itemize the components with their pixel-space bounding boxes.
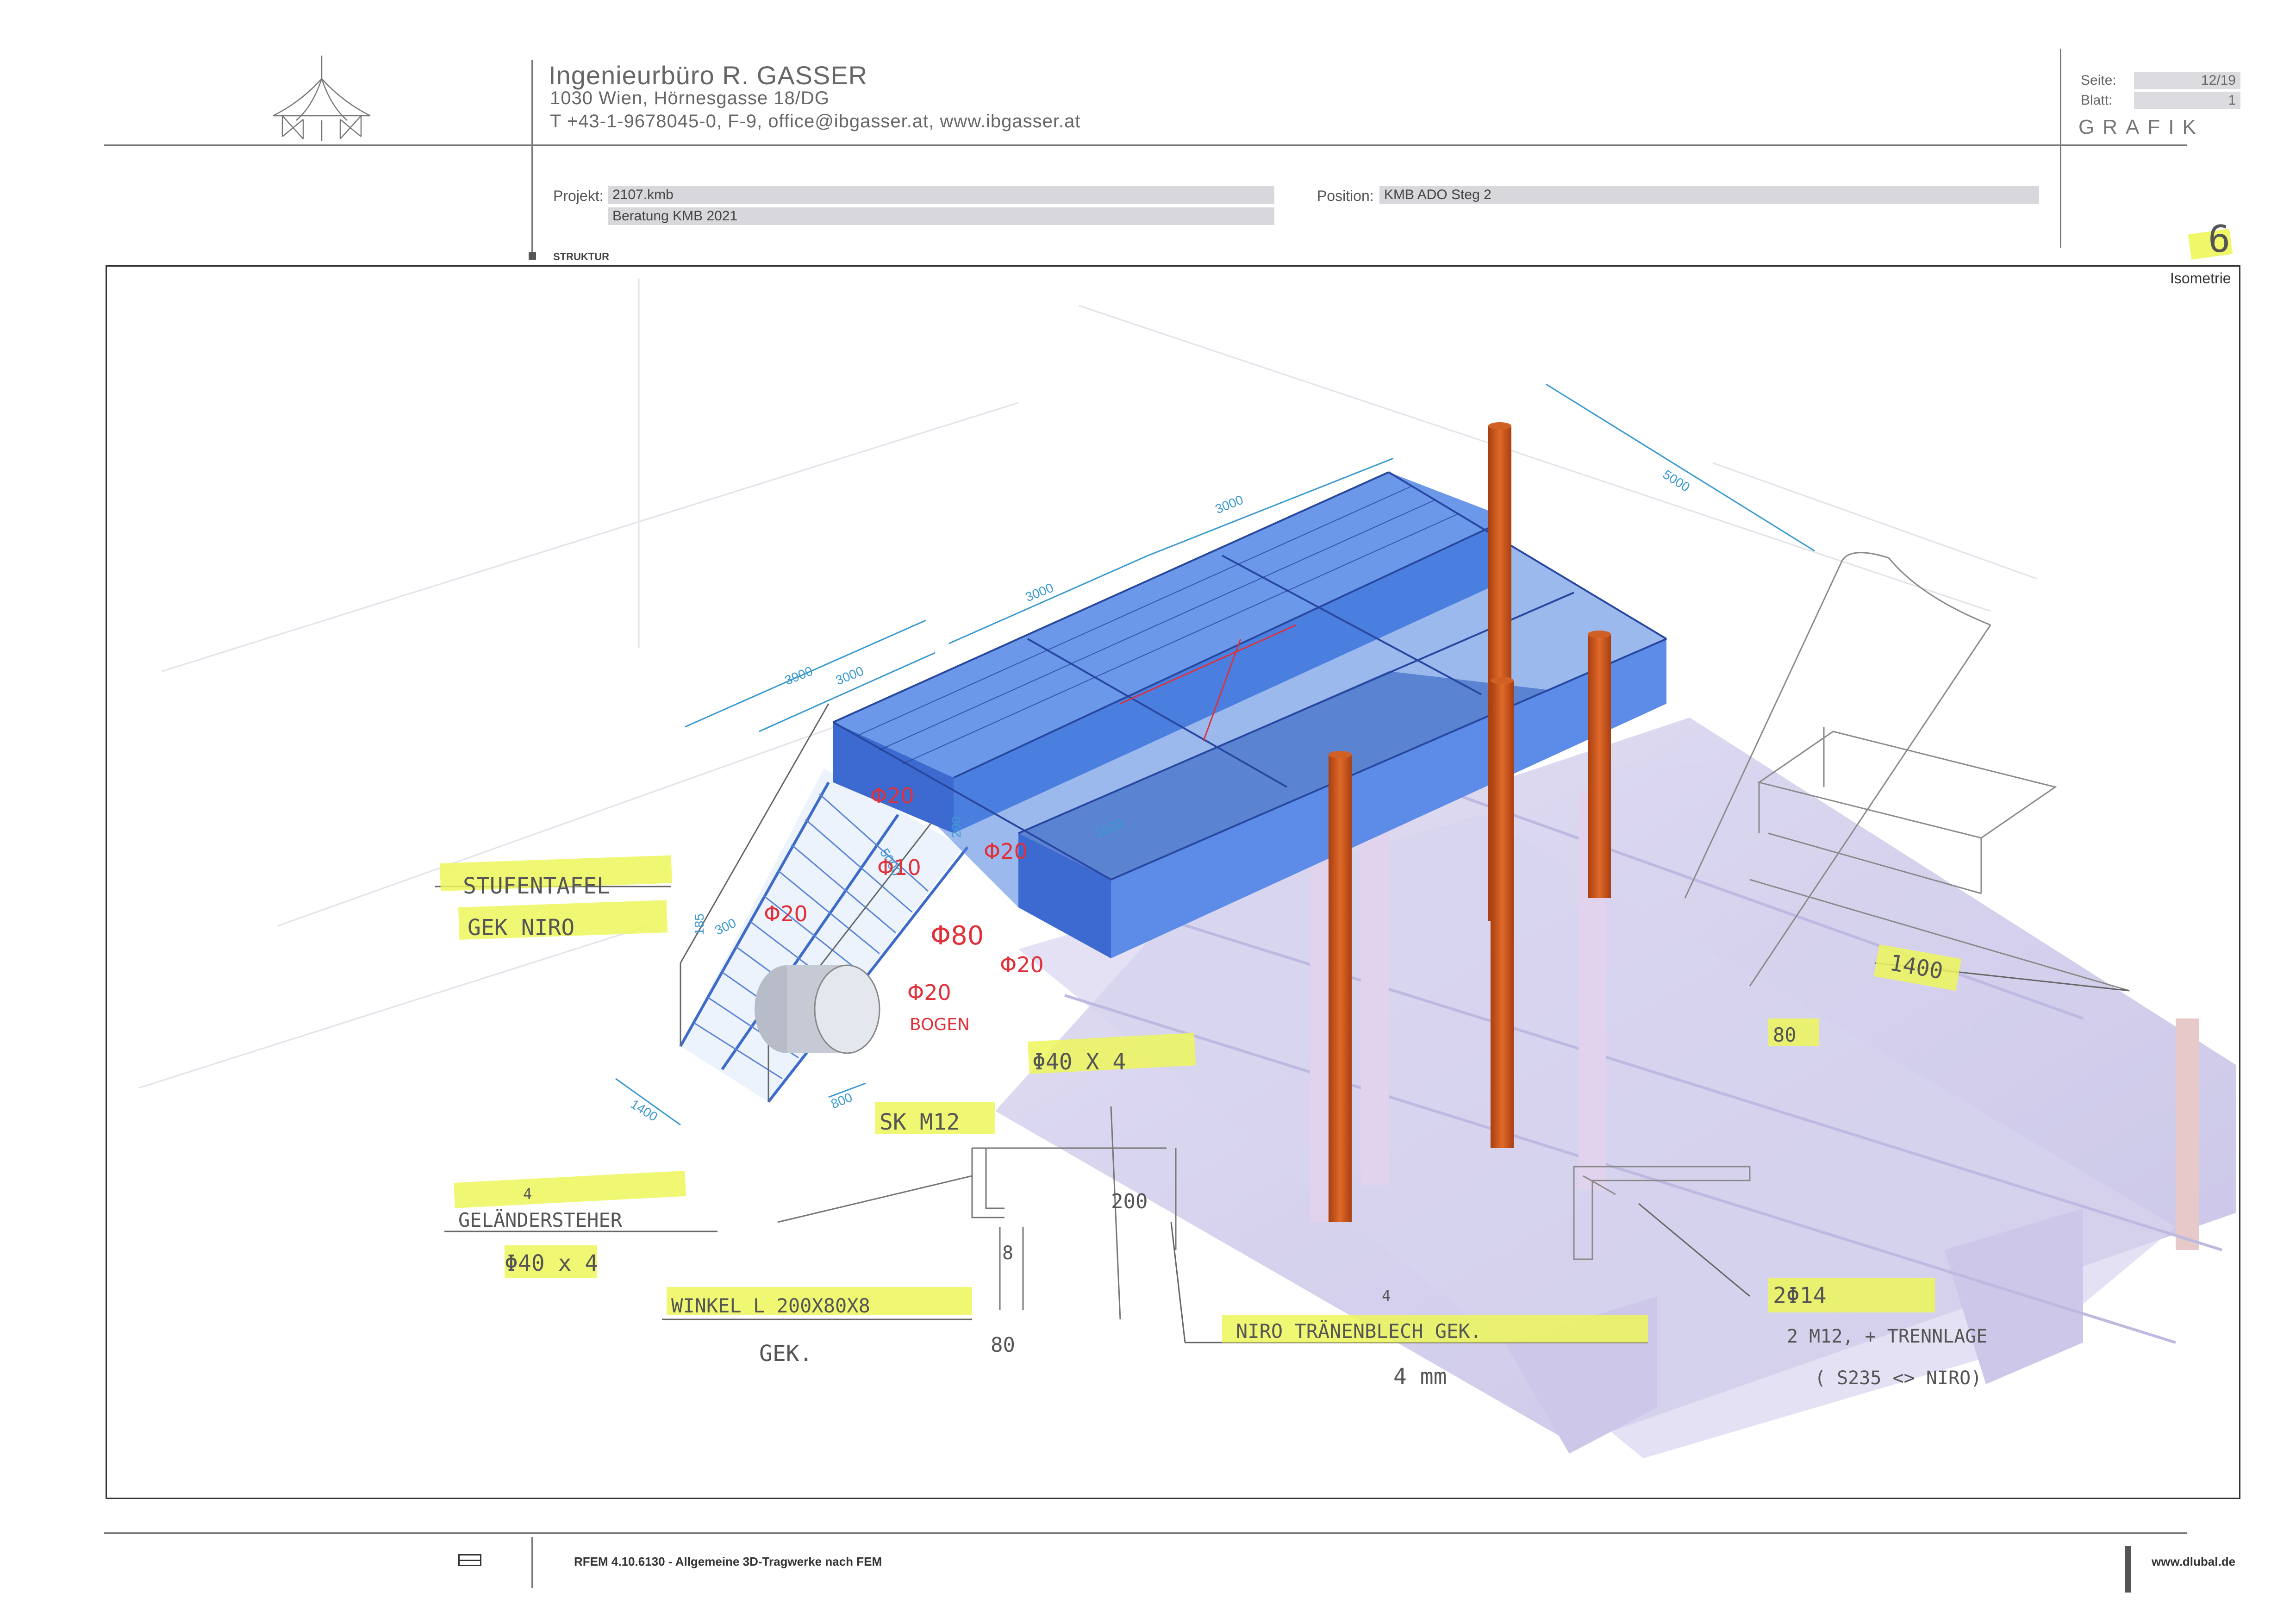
dlubal-logo-icon <box>458 1554 481 1566</box>
red-note-phi20-a: Φ20 <box>870 783 914 808</box>
dim-1400: 1400 <box>628 1097 660 1124</box>
column-4 <box>1491 681 1514 1148</box>
isometric-drawing: 5000 3000 3000 3900 3000 5000 200 1600 1… <box>138 278 2236 1458</box>
note-niro-traenenblech: NIRO TRÄNENBLECH GEK. <box>1236 1319 1482 1343</box>
dim-5000-top: 5000 <box>1660 467 1692 494</box>
note-2phi14: 2Φ14 <box>1773 1283 1827 1309</box>
software-label: RFEM 4.10.6130 - Allgemeine 3D-Tragwerke… <box>574 1555 882 1568</box>
dim-3000-c: 3000 <box>834 663 866 687</box>
note-sk-m12: SK M12 <box>880 1109 960 1135</box>
dim-185: 185 <box>692 913 706 935</box>
red-note-phi80: Φ80 <box>930 921 984 951</box>
dim-300: 300 <box>712 916 738 938</box>
note-2m12-trennlage: 2 M12, + TRENNLAGE <box>1787 1326 1987 1347</box>
red-note-phi20-b: Φ20 <box>984 839 1028 864</box>
note-phi40x4-rail: Φ40 x 4 <box>505 1250 598 1276</box>
dim-3900: 3900 <box>783 663 815 687</box>
note-dim-8: 8 <box>1002 1243 1013 1264</box>
note-80: 80 <box>1773 1024 1797 1046</box>
red-note-bogen: BOGEN <box>910 1015 970 1034</box>
note-gelaendersteher: GELÄNDERSTEHER <box>458 1208 623 1231</box>
note-phi40x4: Φ40 X 4 <box>1032 1049 1126 1075</box>
note-dim-80: 80 <box>991 1333 1015 1357</box>
footer: RFEM 4.10.6130 - Allgemeine 3D-Tragwerke… <box>0 1518 2296 1611</box>
red-note-phi20-d: Φ20 <box>1000 952 1044 977</box>
red-note-phi20-c: Φ20 <box>764 901 808 926</box>
note-winkel: WINKEL L 200X80X8 <box>671 1294 870 1317</box>
footer-marker <box>2125 1546 2131 1593</box>
note-s235-niro: ( S235 <> NIRO) <box>1815 1368 1982 1389</box>
website-link[interactable]: www.dlubal.de <box>2152 1555 2235 1569</box>
red-note-phi10: Φ10 <box>877 855 921 880</box>
column-3 <box>1329 755 1352 1222</box>
note-gek: GEK. <box>759 1341 813 1367</box>
column-2 <box>1588 634 1611 898</box>
red-note-phi20-e: Φ20 <box>907 980 951 1005</box>
note-4mm: 4 mm <box>1393 1364 1447 1390</box>
note-dim-200: 200 <box>1111 1190 1148 1213</box>
dim-3000-a: 3000 <box>1213 492 1245 516</box>
note-sup-4-a: 4 <box>523 1185 532 1203</box>
dim-200: 200 <box>949 816 963 838</box>
note-sup-4-b: 4 <box>1382 1287 1391 1305</box>
note-gek-niro: GEK NIRO <box>468 915 574 941</box>
footer-divider-left <box>531 1537 533 1588</box>
dim-800: 800 <box>829 1090 855 1111</box>
note-stufentafel: STUFENTAFEL <box>463 873 610 899</box>
dim-3000-b: 3000 <box>1023 580 1055 604</box>
footer-rule <box>104 1532 2187 1534</box>
